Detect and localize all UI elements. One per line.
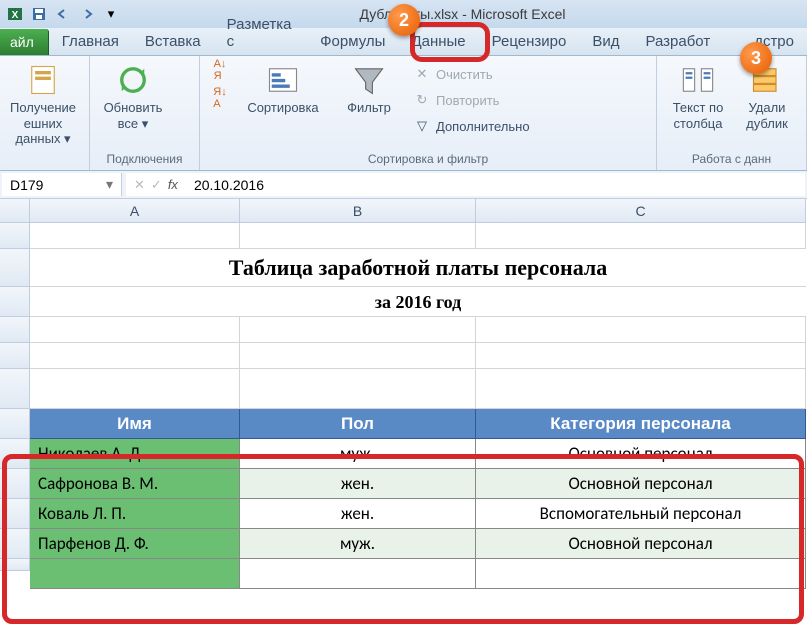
- col-header-b[interactable]: B: [240, 199, 476, 223]
- namebox-dropdown-icon[interactable]: ▾: [106, 176, 113, 193]
- group-label-datatools: Работа с данн: [665, 150, 798, 168]
- sort-label: Сортировка: [247, 100, 318, 115]
- cell-sex: муж.: [240, 529, 476, 559]
- table-row[interactable]: Коваль Л. П. жен. Вспомогательный персон…: [0, 499, 807, 529]
- text-columns-icon: [680, 62, 716, 98]
- sheet-body[interactable]: Таблица заработной платы персонала за 20…: [0, 223, 807, 571]
- group-get-data: Получение ешних данных ▾: [0, 56, 90, 170]
- refresh-all-button[interactable]: Обновить все ▾: [98, 60, 168, 133]
- get-external-data-button[interactable]: Получение ешних данных ▾: [8, 60, 78, 149]
- refresh-label: Обновить все ▾: [104, 100, 163, 131]
- qat-dropdown-icon[interactable]: ▾: [100, 3, 122, 25]
- tab-layout[interactable]: Разметка с: [214, 10, 308, 55]
- table-row[interactable]: Парфенов Д. Ф. муж. Основной персонал: [0, 529, 807, 559]
- funnel-icon: [351, 62, 387, 98]
- text-to-columns-button[interactable]: Текст по столбца: [665, 60, 731, 133]
- cell-sex: муж.: [240, 439, 476, 469]
- group-sort-filter: А↓Я Я↓А Сортировка Фильтр ✕Очистить ↻Пов…: [200, 56, 657, 170]
- remove-dup-label: Удали дублик: [746, 100, 788, 131]
- table-row[interactable]: Николаев А. Д. муж. Основной персонал: [0, 439, 807, 469]
- group-label-connections: Подключения: [98, 150, 191, 168]
- undo-icon[interactable]: [52, 3, 74, 25]
- database-icon: [25, 62, 61, 98]
- th-name: Имя: [30, 409, 240, 439]
- cell-name: Николаев А. Д.: [30, 439, 240, 469]
- get-data-label: Получение ешних данных ▾: [10, 100, 76, 147]
- excel-icon[interactable]: X: [4, 3, 26, 25]
- enter-formula-icon[interactable]: ✓: [151, 177, 162, 193]
- annotation-callout-2: 2: [388, 4, 420, 36]
- tab-review[interactable]: Рецензиро: [479, 27, 580, 55]
- advanced-filter-button[interactable]: ▽Дополнительно: [410, 116, 534, 136]
- col-header-c[interactable]: C: [476, 199, 806, 223]
- sort-asc-button[interactable]: А↓Я: [208, 60, 232, 80]
- tab-developer[interactable]: Разработ: [632, 27, 723, 55]
- th-sex: Пол: [240, 409, 476, 439]
- tab-insert[interactable]: Вставка: [132, 27, 214, 55]
- select-all-corner[interactable]: [0, 199, 30, 223]
- cell-name: Сафронова В. М.: [30, 469, 240, 499]
- cell-sex: жен.: [240, 469, 476, 499]
- redo-icon[interactable]: [76, 3, 98, 25]
- svg-text:X: X: [12, 10, 19, 21]
- sort-desc-icon: Я↓А: [212, 90, 228, 106]
- name-box[interactable]: D179 ▾: [2, 173, 122, 196]
- tab-home[interactable]: Главная: [49, 27, 132, 55]
- save-icon[interactable]: [28, 3, 50, 25]
- cell-cat: Основной персонал: [476, 439, 806, 469]
- table-header-row: Имя Пол Категория персонала: [0, 409, 807, 439]
- formula-input[interactable]: 20.10.2016: [186, 177, 805, 193]
- cancel-formula-icon[interactable]: ✕: [134, 177, 145, 193]
- formula-bar: D179 ▾ ✕ ✓ fх 20.10.2016: [0, 171, 807, 199]
- cell-sex: жен.: [240, 499, 476, 529]
- cell-name: Парфенов Д. Ф.: [30, 529, 240, 559]
- sort-button[interactable]: Сортировка: [238, 60, 328, 117]
- ribbon: Получение ешних данных ▾ Обновить все ▾ …: [0, 56, 807, 171]
- sheet-subtitle: за 2016 год: [30, 287, 806, 317]
- group-connections: Обновить все ▾ Подключения: [90, 56, 200, 170]
- cell-cat: Вспомогательный персонал: [476, 499, 806, 529]
- sort-asc-icon: А↓Я: [212, 62, 228, 78]
- refresh-icon: [115, 62, 151, 98]
- text-columns-label: Текст по столбца: [673, 100, 724, 131]
- clear-icon: ✕: [414, 66, 430, 82]
- filter-label: Фильтр: [347, 100, 391, 115]
- sort-icon: [265, 62, 301, 98]
- th-cat: Категория персонала: [476, 409, 806, 439]
- spreadsheet-grid: A B C Таблица заработной платы персонала…: [0, 199, 807, 571]
- advanced-icon: ▽: [414, 118, 430, 134]
- reapply-button[interactable]: ↻Повторить: [410, 90, 534, 110]
- group-label-sort: Сортировка и фильтр: [208, 150, 648, 168]
- tab-view[interactable]: Вид: [579, 27, 632, 55]
- tab-file[interactable]: айл: [0, 29, 49, 55]
- sort-desc-button[interactable]: Я↓А: [208, 88, 232, 108]
- name-box-value: D179: [10, 177, 43, 193]
- fx-icon[interactable]: fх: [168, 177, 178, 193]
- reapply-icon: ↻: [414, 92, 430, 108]
- cell-cat: Основной персонал: [476, 529, 806, 559]
- column-headers: A B C: [0, 199, 807, 223]
- cell-name: Коваль Л. П.: [30, 499, 240, 529]
- quick-access-toolbar: X ▾: [4, 3, 122, 25]
- group-label-1: [8, 164, 81, 168]
- group-data-tools: Текст по столбца Удали дублик Работа с д…: [657, 56, 807, 170]
- col-header-a[interactable]: A: [30, 199, 240, 223]
- filter-button[interactable]: Фильтр: [334, 60, 404, 117]
- table-row[interactable]: Сафронова В. М. жен. Основной персонал: [0, 469, 807, 499]
- cell-cat: Основной персонал: [476, 469, 806, 499]
- clear-filter-button[interactable]: ✕Очистить: [410, 64, 534, 84]
- sheet-title: Таблица заработной платы персонала: [30, 249, 806, 287]
- table-row-partial[interactable]: [0, 559, 807, 571]
- tab-formulas[interactable]: Формулы: [307, 27, 398, 55]
- annotation-callout-3: 3: [740, 42, 772, 74]
